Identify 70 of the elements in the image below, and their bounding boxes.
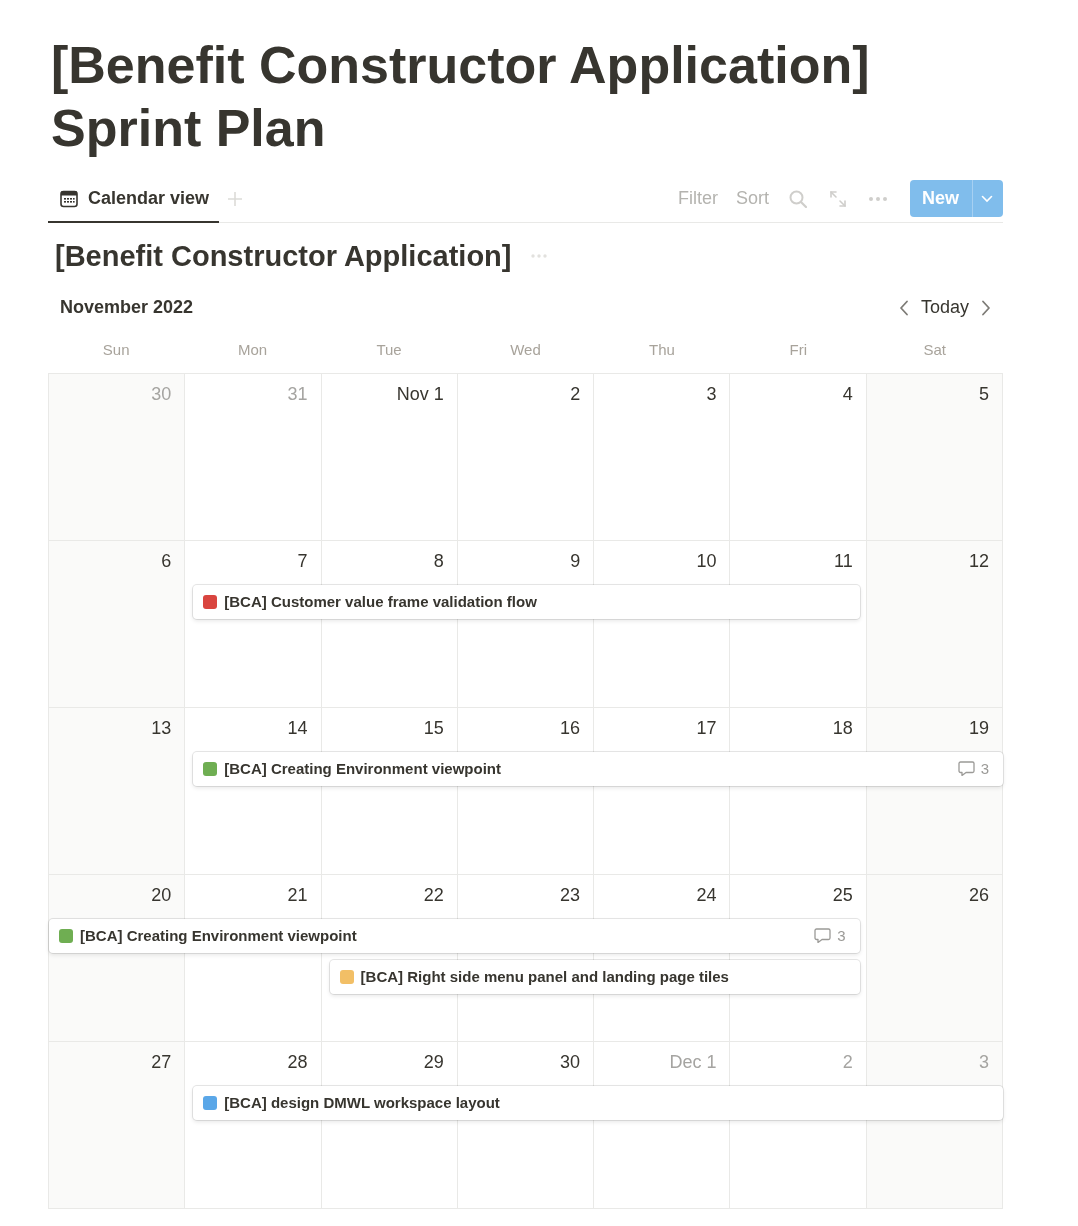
day-number: 23 <box>559 883 582 907</box>
day-number: 5 <box>978 382 990 406</box>
day-number: 12 <box>967 549 990 573</box>
day-number: 7 <box>296 549 309 573</box>
chevron-down-icon <box>981 194 993 203</box>
day-number: 31 <box>286 382 309 406</box>
event-title: [BCA] Creating Environment viewpoint <box>80 925 357 946</box>
day-number: 30 <box>150 382 173 406</box>
more-icon[interactable] <box>869 196 887 201</box>
event-card[interactable]: [BCA] Right side menu panel and landing page tiles <box>329 959 860 994</box>
month-label: November 2022 <box>60 296 194 320</box>
weekday-label: Sun <box>101 340 131 361</box>
day-number: 20 <box>150 883 173 907</box>
chevron-left-icon <box>898 299 909 316</box>
event-card[interactable]: [BCA] Customer value frame validation flow <box>193 584 860 619</box>
comment-count: 3 <box>837 925 846 946</box>
day-number: 25 <box>831 883 854 907</box>
day-number: 30 <box>559 1050 582 1074</box>
search-icon[interactable] <box>789 189 807 208</box>
day-number: 11 <box>833 549 854 573</box>
weekday-label: Tue <box>375 340 403 361</box>
day-number: 6 <box>160 549 173 573</box>
day-number: Dec 1 <box>668 1050 718 1074</box>
day-number: 9 <box>569 549 582 573</box>
day-number: 8 <box>432 549 445 573</box>
calendar-icon <box>60 189 78 208</box>
chevron-right-icon <box>981 299 991 316</box>
day-number: 26 <box>967 883 990 907</box>
day-number: 13 <box>150 716 173 740</box>
event-title: [BCA] Creating Environment viewpoint <box>224 758 501 779</box>
event-card[interactable]: [BCA] Creating Environment viewpoint 3 <box>49 918 860 953</box>
event-card[interactable]: [BCA] design DMWL workspace layout <box>193 1085 1003 1120</box>
event-title: [BCA] Customer value frame validation flow <box>224 591 537 612</box>
expand-icon[interactable] <box>829 189 847 208</box>
day-number: 10 <box>695 549 718 573</box>
day-number: 18 <box>831 716 854 740</box>
day-number: 22 <box>422 883 445 907</box>
day-number: 28 <box>286 1050 309 1074</box>
day-number: 3 <box>705 382 718 406</box>
view-tab[interactable]: Calendar view <box>48 176 220 223</box>
day-number: 24 <box>695 883 718 907</box>
weekday-label: Mon <box>237 340 269 361</box>
weekday-label: Wed <box>509 340 542 361</box>
event-title: [BCA] design DMWL workspace layout <box>224 1092 500 1113</box>
weekday-label: Fri <box>788 340 809 361</box>
day-number: 15 <box>422 716 445 740</box>
comment-count: 3 <box>980 758 989 779</box>
day-number: 19 <box>967 716 990 740</box>
day-number: 16 <box>559 716 582 740</box>
day-number: 3 <box>978 1050 990 1074</box>
day-number: 17 <box>695 716 718 740</box>
day-number: 21 <box>286 883 309 907</box>
add-view-icon[interactable] <box>227 190 244 207</box>
database-title: [Benefit Constructor Application] <box>55 238 512 274</box>
day-number: 27 <box>150 1050 173 1074</box>
day-number: 2 <box>841 1050 854 1074</box>
today-button[interactable]: Today <box>912 294 977 322</box>
weekday-label: Sat <box>922 340 948 361</box>
event-title: [BCA] Right side menu panel and landing page tiles <box>360 966 729 987</box>
event-card[interactable]: [BCA] Creating Environment viewpoint 3 <box>193 751 1003 786</box>
page-title: [Benefit Constructor Application] Sprint Plan <box>51 35 871 159</box>
day-number: 29 <box>422 1050 445 1074</box>
more-icon[interactable] <box>531 253 548 258</box>
day-number: 2 <box>569 382 582 406</box>
weekday-label: Thu <box>648 340 676 361</box>
day-number: 14 <box>286 716 309 740</box>
day-number: 4 <box>841 382 854 406</box>
comment-icon <box>957 761 975 777</box>
day-number: Nov 1 <box>395 382 445 406</box>
comment-icon <box>814 928 832 944</box>
